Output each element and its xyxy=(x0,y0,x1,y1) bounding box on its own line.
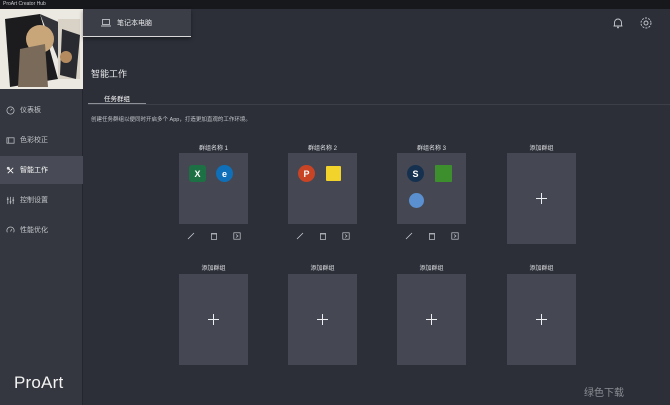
group-name-1: 群组名称 1 xyxy=(198,146,228,152)
edge-icon: e xyxy=(216,165,233,182)
tab-device-laptop[interactable]: 笔记本电脑 xyxy=(83,9,191,37)
color-palette-icon xyxy=(0,136,20,145)
sidebar-item-label: 智能工作 xyxy=(20,167,48,174)
sidebar-item-performance[interactable]: 性能优化 xyxy=(0,216,83,244)
sidebar-item-dashboard[interactable]: 仪表板 xyxy=(0,96,83,124)
group-card-1[interactable]: X e xyxy=(179,153,248,224)
bell-icon[interactable] xyxy=(611,16,625,30)
group-name-3: 群组名称 3 xyxy=(416,146,446,152)
performance-icon xyxy=(0,226,20,235)
top-bar: 笔记本电脑 xyxy=(83,9,670,41)
sidebar-item-label: 色彩校正 xyxy=(20,137,48,144)
launch-icon[interactable] xyxy=(232,232,241,241)
device-tab-label: 笔记本电脑 xyxy=(117,19,152,27)
edit-icon[interactable] xyxy=(404,232,413,241)
excel-icon: X xyxy=(189,165,206,182)
group-card-3[interactable]: S xyxy=(397,153,466,224)
proart-logo: ProArt xyxy=(14,373,64,392)
add-group-label: 添加群组 xyxy=(310,266,335,272)
tab-task-groups[interactable]: 任务群组 xyxy=(88,92,146,104)
plus-icon xyxy=(536,193,547,204)
sliders-icon xyxy=(0,196,20,205)
page-description: 创建任务群组以便同时开启多个 App，打造更加直观的工作环境。 xyxy=(91,117,251,123)
add-group-button[interactable] xyxy=(507,153,576,244)
group-actions-2 xyxy=(288,229,357,243)
plus-icon xyxy=(536,314,547,325)
group-name-2: 群组名称 2 xyxy=(307,146,337,152)
delete-icon[interactable] xyxy=(427,232,436,241)
delete-icon[interactable] xyxy=(318,232,327,241)
add-group-label: 添加群组 xyxy=(529,146,554,152)
window-title: ProArt Creator Hub xyxy=(3,1,46,7)
smart-work-icon xyxy=(0,166,20,175)
steam-icon: S xyxy=(407,165,424,182)
add-group-label: 添加群组 xyxy=(419,266,444,272)
add-group-label: 添加群组 xyxy=(529,266,554,272)
plus-icon xyxy=(426,314,437,325)
sidebar-item-label: 控制设置 xyxy=(20,197,48,204)
sidebar-item-smart-work[interactable]: 智能工作 xyxy=(0,156,83,184)
divider xyxy=(88,104,670,105)
title-bar: ProArt Creator Hub xyxy=(0,0,670,9)
sidebar-item-label: 仪表板 xyxy=(20,107,41,114)
hero-artwork xyxy=(0,9,83,89)
sidebar-item-label: 性能优化 xyxy=(20,227,48,234)
group-actions-1 xyxy=(179,229,248,243)
watermark: 绿色下载 xyxy=(584,388,624,399)
edit-icon[interactable] xyxy=(295,232,304,241)
gear-icon[interactable] xyxy=(639,16,653,30)
add-group-button[interactable] xyxy=(507,274,576,365)
laptop-icon xyxy=(101,18,111,26)
group-actions-3 xyxy=(397,229,466,243)
add-group-button[interactable] xyxy=(179,274,248,365)
plus-icon xyxy=(208,314,219,325)
sticky-notes-icon xyxy=(326,166,341,181)
gauge-icon xyxy=(0,106,20,115)
delete-icon[interactable] xyxy=(209,232,218,241)
add-group-button[interactable] xyxy=(397,274,466,365)
page-title: 智能工作 xyxy=(91,69,128,79)
add-group-label: 添加群组 xyxy=(201,266,226,272)
paint-icon xyxy=(409,193,424,208)
sidebar-item-color-correction[interactable]: 色彩校正 xyxy=(0,126,83,154)
launch-icon[interactable] xyxy=(450,232,459,241)
group-card-2[interactable]: P xyxy=(288,153,357,224)
add-group-button[interactable] xyxy=(288,274,357,365)
sidebar: 仪表板 色彩校正 智能工作 控制设置 性能优化 ProArt xyxy=(0,9,83,405)
launch-icon[interactable] xyxy=(341,232,350,241)
edit-icon[interactable] xyxy=(186,232,195,241)
sidebar-item-control-settings[interactable]: 控制设置 xyxy=(0,186,83,214)
powerpoint-icon: P xyxy=(298,165,315,182)
nvidia-icon xyxy=(435,165,452,182)
plus-icon xyxy=(317,314,328,325)
